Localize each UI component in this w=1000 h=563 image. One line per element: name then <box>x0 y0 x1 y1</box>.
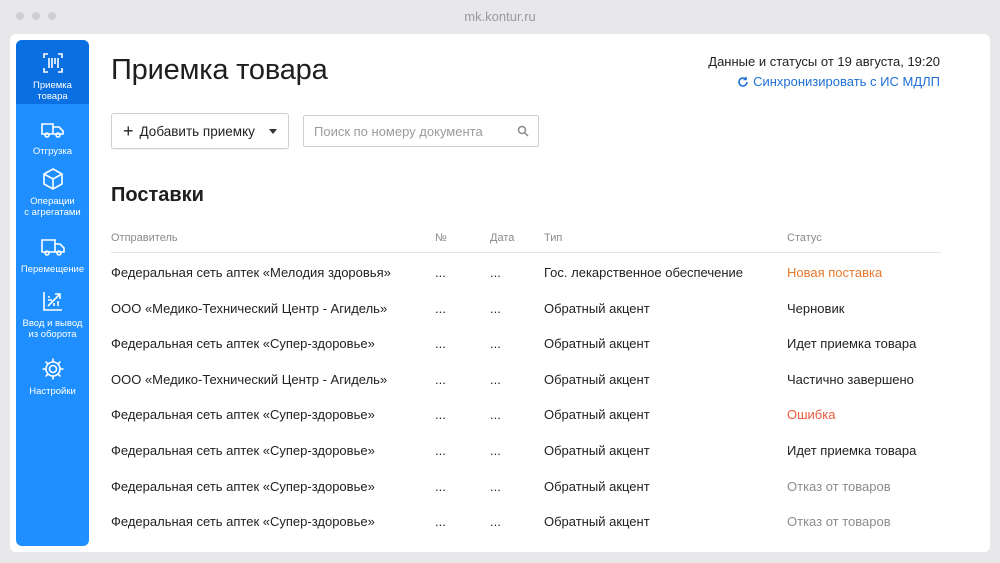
row-sender: Федеральная сеть аптек «Супер-здоровье» <box>111 514 375 530</box>
row-date: ... <box>490 514 501 530</box>
row-status: Черновик <box>787 300 845 316</box>
row-number: ... <box>435 478 446 494</box>
row-type: Обратный акцент <box>544 300 650 316</box>
table-row[interactable]: ООО «Медико-Технический Центр - Агидель»… <box>111 289 941 325</box>
row-date: ... <box>490 442 501 458</box>
table-row[interactable]: Федеральная сеть аптек «Супер-здоровье» … <box>111 502 941 538</box>
row-sender: ООО «Медико-Технический Центр - Агидель» <box>111 371 388 387</box>
barcode-scan-icon <box>42 53 63 73</box>
row-number: ... <box>435 514 446 530</box>
search-icon[interactable] <box>517 125 529 137</box>
sidebar-item-settings[interactable]: Настройки <box>16 356 89 397</box>
deliveries-table: Отправитель № Дата Тип Статус Федеральна… <box>111 222 941 538</box>
row-number: ... <box>435 300 446 316</box>
row-status: Частично завершено <box>787 371 914 387</box>
table-row[interactable]: ООО «Медико-Технический Центр - Агидель»… <box>111 360 941 396</box>
row-status: Идет приемка товара <box>787 442 917 458</box>
column-header-number[interactable]: № <box>435 232 447 244</box>
column-header-sender[interactable]: Отправитель <box>111 232 178 244</box>
row-sender: Федеральная сеть аптек «Супер-здоровье» <box>111 478 375 494</box>
row-type: Обратный акцент <box>544 514 650 530</box>
row-type: Обратный акцент <box>544 336 650 352</box>
row-sender: Федеральная сеть аптек «Супер-здоровье» <box>111 336 375 352</box>
table-row[interactable]: Федеральная сеть аптек «Мелодия здоровья… <box>111 253 941 289</box>
row-status: Идет приемка товара <box>787 336 917 352</box>
sync-link[interactable]: Синхронизировать с ИС МДЛП <box>737 74 940 89</box>
row-number: ... <box>435 442 446 458</box>
row-type: Обратный акцент <box>544 407 650 423</box>
section-title: Поставки <box>111 184 204 206</box>
table-header: Отправитель № Дата Тип Статус <box>111 222 941 253</box>
sidebar-item-label: Ввод и вывод из оборота <box>22 318 83 340</box>
app-window: Приемка товара Отгрузка Операции с агрег… <box>10 34 990 552</box>
circulation-icon <box>42 292 62 311</box>
box-icon <box>42 168 63 190</box>
sidebar-item-acceptance[interactable]: Приемка товара <box>16 40 89 104</box>
row-status: Новая поставка <box>787 265 883 280</box>
chevron-down-icon[interactable] <box>269 129 277 134</box>
search-input[interactable] <box>304 116 504 146</box>
row-date: ... <box>490 407 501 423</box>
plus-icon: + <box>123 121 134 141</box>
row-sender: ООО «Медико-Технический Центр - Агидель» <box>111 300 388 316</box>
sidebar-item-label: Настройки <box>29 386 76 397</box>
sidebar-item-label: Перемещение <box>20 264 85 275</box>
gear-icon <box>42 358 63 380</box>
address-bar-url[interactable]: mk.kontur.ru <box>0 9 1000 24</box>
column-header-date[interactable]: Дата <box>490 232 514 244</box>
sidebar-item-label: Операции с агрегатами <box>24 196 81 218</box>
sidebar-item-label: Отгрузка <box>32 146 73 157</box>
table-row[interactable]: Федеральная сеть аптек «Супер-здоровье» … <box>111 395 941 431</box>
row-number: ... <box>435 371 446 387</box>
add-acceptance-label: Добавить приемку <box>139 123 255 139</box>
page-title: Приемка товара <box>111 54 328 86</box>
row-type: Гос. лекарственное обеспечение <box>544 265 744 280</box>
row-date: ... <box>490 300 501 316</box>
row-number: ... <box>435 407 446 423</box>
sidebar: Приемка товара Отгрузка Операции с агрег… <box>16 40 89 546</box>
sidebar-item-circulation[interactable]: Ввод и вывод из оборота <box>16 288 89 340</box>
sidebar-item-label: Приемка товара <box>33 80 72 102</box>
add-acceptance-button[interactable]: + Добавить приемку <box>111 113 289 149</box>
row-status: Отказ от товаров <box>787 514 891 530</box>
row-sender: Федеральная сеть аптек «Мелодия здоровья… <box>111 265 391 280</box>
column-header-status[interactable]: Статус <box>787 232 822 244</box>
row-date: ... <box>490 336 501 352</box>
row-status: Отказ от товаров <box>787 478 891 494</box>
row-date: ... <box>490 478 501 494</box>
row-date: ... <box>490 265 501 280</box>
delivery-truck-icon <box>40 239 65 256</box>
row-date: ... <box>490 371 501 387</box>
sidebar-item-aggregates[interactable]: Операции с агрегатами <box>16 166 89 218</box>
sidebar-item-transfer[interactable]: Перемещение <box>16 234 89 275</box>
sidebar-item-shipment[interactable]: Отгрузка <box>16 116 89 157</box>
table-row[interactable]: Федеральная сеть аптек «Супер-здоровье» … <box>111 431 941 467</box>
search-box <box>303 115 539 147</box>
table-row[interactable]: Федеральная сеть аптек «Супер-здоровье» … <box>111 324 941 360</box>
row-sender: Федеральная сеть аптек «Супер-здоровье» <box>111 442 375 458</box>
row-type: Обратный акцент <box>544 478 650 494</box>
data-status-text: Данные и статусы от 19 августа, 19:20 <box>708 54 940 69</box>
row-sender: Федеральная сеть аптек «Супер-здоровье» <box>111 407 375 423</box>
row-type: Обратный акцент <box>544 371 650 387</box>
browser-bar: mk.kontur.ru <box>0 0 1000 34</box>
table-row[interactable]: Федеральная сеть аптек «Супер-здоровье» … <box>111 467 941 503</box>
column-header-type[interactable]: Тип <box>544 232 562 244</box>
row-status: Ошибка <box>787 407 836 423</box>
row-type: Обратный акцент <box>544 442 650 458</box>
row-number: ... <box>435 336 446 352</box>
refresh-icon <box>738 76 748 87</box>
truck-icon <box>40 123 64 138</box>
row-number: ... <box>435 265 446 280</box>
sync-link-label: Синхронизировать с ИС МДЛП <box>753 74 940 89</box>
